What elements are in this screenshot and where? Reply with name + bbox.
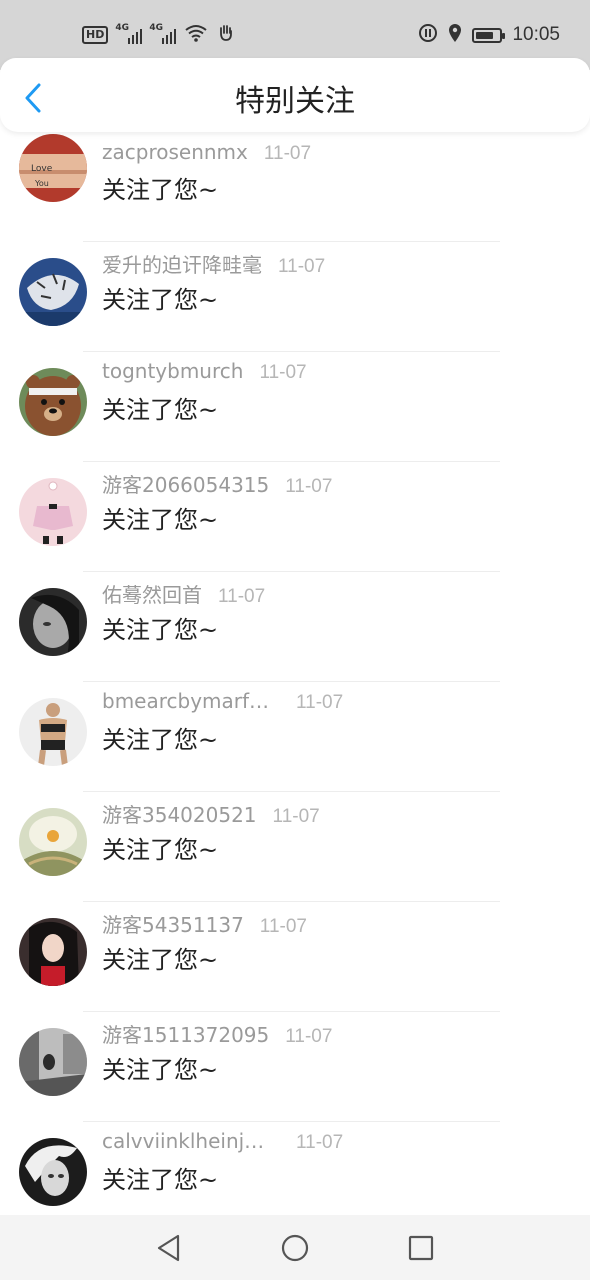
user-name[interactable]: 游客354020521 [102, 799, 257, 828]
list-item[interactable]: 游客2066054315 11-07 关注了您~ [0, 462, 590, 572]
item-message: 关注了您~ [102, 506, 219, 534]
item-date: 11-07 [259, 362, 307, 383]
follow-list: Love You zacprosennmx 11-07 关注了您~ 爱升的迫讦降畦… [0, 132, 590, 1215]
item-message: 关注了您~ [102, 616, 219, 644]
triangle-back-icon [157, 1234, 180, 1261]
list-item[interactable]: 爱升的迫讦降畦毫 11-07 关注了您~ [0, 242, 590, 352]
signal-2-icon: 4G [149, 23, 177, 44]
hand-icon [216, 23, 236, 47]
item-date: 11-07 [259, 916, 307, 937]
user-name[interactable]: 佑蓦然回首 [102, 579, 202, 608]
user-name[interactable]: bmearcbymarf… [102, 689, 280, 713]
item-message: 关注了您~ [102, 1166, 219, 1194]
user-name[interactable]: 游客54351137 [102, 909, 244, 938]
list-item[interactable]: 游客1511372095 11-07 关注了您~ [0, 1012, 590, 1122]
signal-1-icon: 4G [115, 23, 143, 44]
system-nav-bar [0, 1215, 590, 1280]
avatar[interactable]: Love You [19, 134, 87, 202]
nav-back-button[interactable] [151, 1230, 187, 1266]
item-message: 关注了您~ [102, 1056, 219, 1084]
user-name[interactable]: zacprosennmx [102, 140, 248, 164]
item-date: 11-07 [272, 806, 320, 827]
item-date: 11-07 [218, 586, 266, 607]
avatar[interactable] [19, 588, 87, 656]
item-message: 关注了您~ [102, 286, 219, 314]
status-right: 10:05 [418, 23, 560, 47]
list-item[interactable]: calvviinklheinj… 11-07 关注了您~ [0, 1122, 590, 1215]
hd-icon: HD [82, 26, 109, 44]
svg-text:Love: Love [31, 164, 53, 174]
list-item[interactable]: 游客354020521 11-07 关注了您~ [0, 792, 590, 902]
item-date: 11-07 [278, 256, 326, 277]
item-message: 关注了您~ [102, 836, 219, 864]
item-message: 关注了您~ [102, 946, 219, 974]
nav-recents-button[interactable] [403, 1230, 439, 1266]
header-bar: 特别关注 [0, 58, 590, 132]
battery-icon [472, 27, 506, 43]
list-item[interactable]: 游客54351137 11-07 关注了您~ [0, 902, 590, 1012]
item-date: 11-07 [263, 143, 312, 164]
nav-home-button[interactable] [277, 1230, 313, 1266]
data-saver-icon [418, 23, 438, 47]
status-time: 10:05 [512, 24, 560, 45]
location-icon [448, 23, 462, 47]
list-item[interactable]: bmearcbymarf… 11-07 关注了您~ [0, 682, 590, 792]
item-message: 关注了您~ [102, 176, 219, 204]
square-recents-icon [408, 1235, 434, 1260]
status-left: HD 4G 4G [82, 23, 236, 47]
avatar[interactable] [19, 1138, 87, 1206]
avatar[interactable] [19, 368, 87, 436]
user-name[interactable]: 爱升的迫讦降畦毫 [102, 249, 262, 278]
avatar[interactable] [19, 918, 87, 986]
avatar[interactable] [19, 258, 87, 326]
user-name[interactable]: calvviinklheinj… [102, 1129, 280, 1153]
svg-text:You: You [34, 179, 49, 188]
avatar[interactable] [19, 698, 87, 766]
item-date: 11-07 [296, 692, 344, 713]
wifi-icon [184, 24, 208, 46]
circle-home-icon [281, 1234, 309, 1261]
item-date: 11-07 [285, 476, 333, 497]
user-name[interactable]: togntybmurch [102, 359, 243, 383]
avatar[interactable] [19, 1028, 87, 1096]
item-date: 11-07 [285, 1026, 333, 1047]
user-name[interactable]: 游客2066054315 [102, 469, 269, 498]
list-item[interactable]: Love You zacprosennmx 11-07 关注了您~ [0, 132, 590, 242]
item-message: 关注了您~ [102, 726, 219, 754]
list-item[interactable]: 佑蓦然回首 11-07 关注了您~ [0, 572, 590, 682]
avatar[interactable] [19, 808, 87, 876]
list-item[interactable]: togntybmurch 11-07 关注了您~ [0, 352, 590, 462]
item-message: 关注了您~ [102, 396, 219, 424]
avatar[interactable] [19, 478, 87, 546]
user-name[interactable]: 游客1511372095 [102, 1019, 269, 1048]
page-title: 特别关注 [235, 84, 355, 119]
item-date: 11-07 [296, 1132, 344, 1153]
